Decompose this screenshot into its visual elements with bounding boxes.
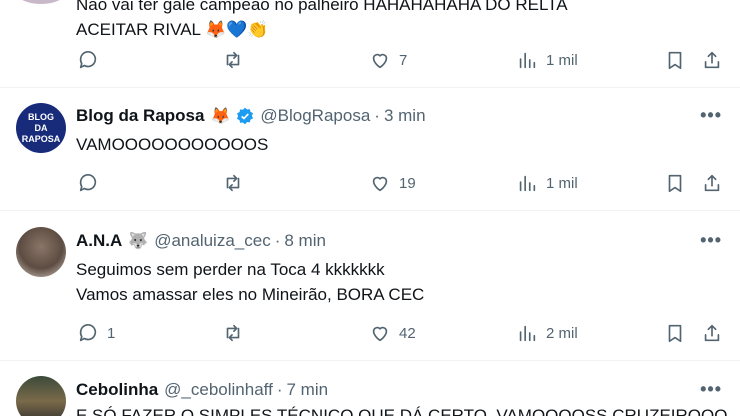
heart-icon xyxy=(372,326,388,342)
display-name[interactable]: A.N.A xyxy=(76,231,122,251)
handle[interactable]: @_cebolinhaff xyxy=(164,380,273,400)
views-button[interactable]: 1 mil xyxy=(516,49,578,71)
share-icon xyxy=(704,324,720,342)
reply-button[interactable] xyxy=(77,49,107,71)
share-button[interactable] xyxy=(701,49,723,71)
views-icon xyxy=(519,175,536,192)
handle[interactable]: @analuiza_cec xyxy=(154,231,271,251)
display-name[interactable]: Blog da Raposa xyxy=(76,106,204,126)
handle[interactable]: @BlogRaposa xyxy=(260,106,370,126)
timestamp[interactable]: 3 min xyxy=(384,106,426,126)
bookmark-icon xyxy=(668,51,682,70)
reply-icon xyxy=(79,323,97,342)
bookmark-button[interactable] xyxy=(664,322,686,344)
reply-button[interactable]: 1 xyxy=(77,322,115,344)
like-button[interactable]: 7 xyxy=(369,49,407,71)
more-options-icon[interactable]: ••• xyxy=(700,230,722,251)
avatar[interactable]: BLOG DA RAPOSA xyxy=(16,103,66,153)
timestamp[interactable]: 8 min xyxy=(284,231,326,251)
heart-icon xyxy=(372,176,388,192)
tweet-header: Cebolinha @_cebolinhaff · 7 min xyxy=(76,380,329,400)
like-button[interactable]: 19 xyxy=(369,172,416,194)
tweet[interactable]: Não vai ter gale campeão no palheiro HAH… xyxy=(0,0,740,88)
verified-badge-icon xyxy=(235,106,255,126)
tweet-text: E SÓ FAZER O SIMPLES TÉCNICO QUE DÁ CERT… xyxy=(76,406,728,416)
tweet-text: Não vai ter gale campeão no palheiro HAH… xyxy=(76,0,568,39)
avatar-logo-text: BLOG DA RAPOSA xyxy=(21,111,61,144)
timestamp[interactable]: 7 min xyxy=(286,380,328,400)
tweet-text: Seguimos sem perder na Toca 4 kkkkkkk Va… xyxy=(76,260,425,304)
share-button[interactable] xyxy=(701,172,723,194)
tweet-actions: 7 1 mil xyxy=(0,49,740,73)
retweet-icon xyxy=(226,51,240,69)
share-button[interactable] xyxy=(701,322,723,344)
reply-icon xyxy=(79,50,97,69)
bookmark-icon xyxy=(668,324,682,343)
more-options-icon[interactable]: ••• xyxy=(700,105,722,126)
share-icon xyxy=(704,51,720,69)
name-emoji: 🐺 xyxy=(128,233,149,250)
more-options-icon[interactable]: ••• xyxy=(700,379,722,400)
retweet-icon xyxy=(226,324,240,342)
name-emoji: 🦊 xyxy=(210,108,231,125)
avatar[interactable] xyxy=(16,376,66,416)
heart-icon xyxy=(372,53,388,69)
avatar[interactable] xyxy=(16,227,66,277)
views-icon xyxy=(519,325,536,342)
avatar[interactable] xyxy=(16,0,66,4)
tweet[interactable]: Cebolinha @_cebolinhaff · 7 min ••• E SÓ… xyxy=(0,361,740,416)
like-button[interactable]: 42 xyxy=(369,322,416,344)
tweet[interactable]: BLOG DA RAPOSA Blog da Raposa 🦊 @BlogRap… xyxy=(0,87,740,211)
tweet-actions: 1 42 2 mil xyxy=(0,322,740,346)
tweet[interactable]: A.N.A 🐺 @analuiza_cec · 8 min ••• Seguim… xyxy=(0,211,740,361)
retweet-icon xyxy=(226,174,240,192)
tweet-header: Blog da Raposa 🦊 @BlogRaposa · 3 min xyxy=(76,106,426,126)
tweet-actions: 19 1 mil xyxy=(0,172,740,196)
bookmark-icon xyxy=(668,174,682,193)
views-icon xyxy=(519,52,536,69)
tweet-text: VAMOOOOOOOOOOOS xyxy=(76,135,269,154)
views-button[interactable]: 1 mil xyxy=(516,172,578,194)
reply-icon xyxy=(79,173,97,192)
share-icon xyxy=(704,174,720,192)
retweet-button[interactable] xyxy=(222,49,252,71)
reply-button[interactable] xyxy=(77,172,107,194)
display-name[interactable]: Cebolinha xyxy=(76,380,158,400)
views-button[interactable]: 2 mil xyxy=(516,322,578,344)
bookmark-button[interactable] xyxy=(664,49,686,71)
bookmark-button[interactable] xyxy=(664,172,686,194)
tweet-header: A.N.A 🐺 @analuiza_cec · 8 min xyxy=(76,231,326,251)
retweet-button[interactable] xyxy=(222,322,252,344)
retweet-button[interactable] xyxy=(222,172,252,194)
